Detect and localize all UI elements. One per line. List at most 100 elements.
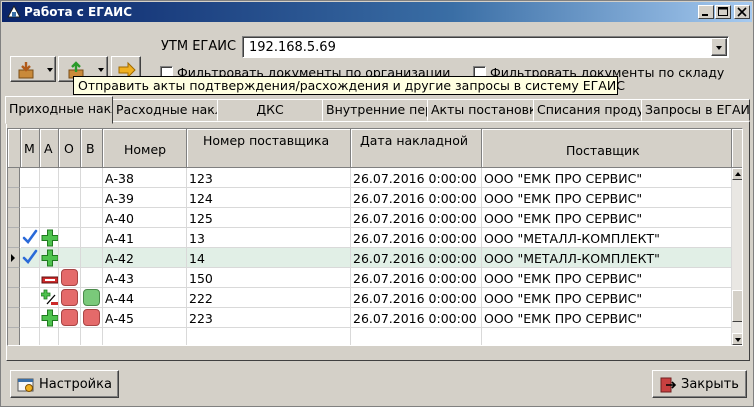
utm-dropdown-button[interactable] — [711, 38, 727, 56]
cell-date[interactable]: 26.07.2016 0:00:00 — [351, 228, 482, 248]
cell-number[interactable]: А-42 — [103, 248, 187, 268]
maximize-button[interactable] — [715, 5, 731, 19]
table-row[interactable]: А-40 125 26.07.2016 0:00:00 ООО "ЕМК ПРО СЕ… — [8, 208, 732, 228]
cell-date[interactable]: 26.07.2016 0:00:00 — [351, 188, 482, 208]
table-row[interactable]: А-43 150 26.07.2016 0:00:00 ООО "ЕМК ПРО СЕ… — [8, 268, 732, 288]
horizontal-scrollbar[interactable] — [8, 345, 743, 346]
cell-o[interactable] — [59, 268, 81, 288]
cell-supplier-number[interactable]: 150 — [187, 268, 351, 288]
row-indicator[interactable] — [8, 248, 20, 268]
row-indicator[interactable] — [8, 268, 20, 288]
cell-a[interactable] — [40, 268, 59, 288]
scroll-down-button[interactable] — [732, 333, 742, 345]
table-row[interactable]: А-45 223 26.07.2016 0:00:00 ООО "ЕМК ПРО СЕ… — [8, 308, 732, 328]
cell-v[interactable] — [81, 208, 103, 228]
table-row[interactable]: А-44 222 26.07.2016 0:00:00 ООО "ЕМК ПРО СЕ… — [8, 288, 732, 308]
cell-o[interactable] — [59, 168, 81, 188]
cell-date[interactable]: 26.07.2016 0:00:00 — [351, 208, 482, 228]
cell-number[interactable]: А-39 — [103, 188, 187, 208]
table-row[interactable]: А-41 13 26.07.2016 0:00:00 ООО "МЕТАЛЛ-КОМП… — [8, 228, 732, 248]
cell-date[interactable]: 26.07.2016 0:00:00 — [351, 248, 482, 268]
vertical-scroll-thumb[interactable] — [732, 290, 742, 322]
cell-m[interactable] — [21, 228, 40, 248]
cell-supplier-number[interactable]: 14 — [187, 248, 351, 268]
tab-writeoffs[interactable]: Списания продукции — [533, 99, 642, 121]
cell-m[interactable] — [21, 268, 40, 288]
cell-supplier-number[interactable]: 222 — [187, 288, 351, 308]
cell-supplier[interactable]: ООО "ЕМК ПРО СЕРВИС" — [482, 188, 732, 208]
cell-a[interactable] — [40, 188, 59, 208]
cell-supplier[interactable]: ООО "ЕМК ПРО СЕРВИС" — [482, 288, 732, 308]
row-indicator[interactable] — [8, 208, 20, 228]
cell-supplier-number[interactable]: 123 — [187, 168, 351, 188]
cell-v[interactable] — [81, 248, 103, 268]
cell-m[interactable] — [21, 188, 40, 208]
row-indicator[interactable] — [8, 188, 20, 208]
tab-internal[interactable]: Внутренние перемещения — [322, 99, 428, 121]
column-header-supplier[interactable]: Поставщик — [482, 129, 732, 168]
cell-a[interactable] — [40, 168, 59, 188]
cell-supplier-number[interactable]: 125 — [187, 208, 351, 228]
utm-combobox[interactable]: 192.168.5.69 — [242, 36, 729, 58]
cell-supplier[interactable]: ООО "МЕТАЛЛ-КОМПЛЕКТ" — [482, 228, 732, 248]
table-row[interactable]: А-38 123 26.07.2016 0:00:00 ООО "ЕМК ПРО СЕ… — [8, 168, 732, 188]
minimize-button[interactable] — [698, 5, 714, 19]
tab-requests[interactable]: Запросы в ЕГАИС — [641, 99, 750, 121]
column-header-a[interactable]: А — [40, 129, 59, 168]
tab-acts[interactable]: Акты постановки — [427, 99, 534, 121]
invoices-grid[interactable]: М А О В Номер Номер поставщика Дата накл… — [7, 128, 743, 346]
cell-m[interactable] — [21, 248, 40, 268]
settings-button[interactable]: Настройка — [10, 370, 119, 398]
cell-m[interactable] — [21, 308, 40, 328]
table-row[interactable]: А-42 14 26.07.2016 0:00:00 ООО "МЕТАЛЛ-КОМП… — [8, 248, 732, 268]
cell-supplier[interactable]: ООО "ЕМК ПРО СЕРВИС" — [482, 308, 732, 328]
column-header-number[interactable]: Номер — [103, 129, 187, 168]
tab-incoming[interactable]: Приходные накладные — [5, 96, 113, 124]
tab-dks[interactable]: ДКС — [217, 99, 323, 121]
cell-number[interactable]: А-45 — [103, 308, 187, 328]
cell-v[interactable] — [81, 288, 103, 308]
tab-outgoing[interactable]: Расходные накладные — [112, 99, 218, 121]
row-indicator[interactable] — [8, 288, 20, 308]
load-button[interactable] — [10, 56, 56, 82]
row-indicator[interactable] — [8, 308, 20, 328]
cell-o[interactable] — [59, 308, 81, 328]
cell-v[interactable] — [81, 308, 103, 328]
column-header-v[interactable]: В — [81, 129, 103, 168]
cell-v[interactable] — [81, 168, 103, 188]
cell-supplier-number[interactable]: 124 — [187, 188, 351, 208]
table-row[interactable]: А-39 124 26.07.2016 0:00:00 ООО "ЕМК ПРО СЕ… — [8, 188, 732, 208]
cell-date[interactable]: 26.07.2016 0:00:00 — [351, 268, 482, 288]
cell-number[interactable]: А-38 — [103, 168, 187, 188]
cell-m[interactable] — [21, 208, 40, 228]
cell-m[interactable] — [21, 288, 40, 308]
close-button[interactable]: Закрыть — [652, 370, 747, 398]
cell-o[interactable] — [59, 228, 81, 248]
cell-a[interactable] — [40, 308, 59, 328]
cell-a[interactable] — [40, 288, 59, 308]
cell-o[interactable] — [59, 288, 81, 308]
cell-number[interactable]: А-43 — [103, 268, 187, 288]
cell-a[interactable] — [40, 248, 59, 268]
cell-supplier-number[interactable]: 13 — [187, 228, 351, 248]
cell-date[interactable]: 26.07.2016 0:00:00 — [351, 308, 482, 328]
cell-supplier[interactable]: ООО "МЕТАЛЛ-КОМПЛЕКТ" — [482, 248, 732, 268]
cell-supplier[interactable]: ООО "ЕМК ПРО СЕРВИС" — [482, 168, 732, 188]
row-indicator[interactable] — [8, 168, 20, 188]
cell-a[interactable] — [40, 208, 59, 228]
cell-date[interactable]: 26.07.2016 0:00:00 — [351, 168, 482, 188]
column-header-supplier-number[interactable]: Номер поставщика — [187, 129, 351, 168]
cell-supplier-number[interactable]: 223 — [187, 308, 351, 328]
column-header-m[interactable]: М — [21, 129, 40, 168]
column-header-date[interactable]: Дата накладной — [351, 129, 482, 168]
cell-a[interactable] — [40, 228, 59, 248]
cell-o[interactable] — [59, 208, 81, 228]
scroll-up-button[interactable] — [732, 168, 742, 180]
column-header-o[interactable]: О — [59, 129, 81, 168]
cell-v[interactable] — [81, 268, 103, 288]
cell-v[interactable] — [81, 188, 103, 208]
cell-v[interactable] — [81, 228, 103, 248]
cell-o[interactable] — [59, 188, 81, 208]
cell-supplier[interactable]: ООО "ЕМК ПРО СЕРВИС" — [482, 208, 732, 228]
cell-number[interactable]: А-44 — [103, 288, 187, 308]
